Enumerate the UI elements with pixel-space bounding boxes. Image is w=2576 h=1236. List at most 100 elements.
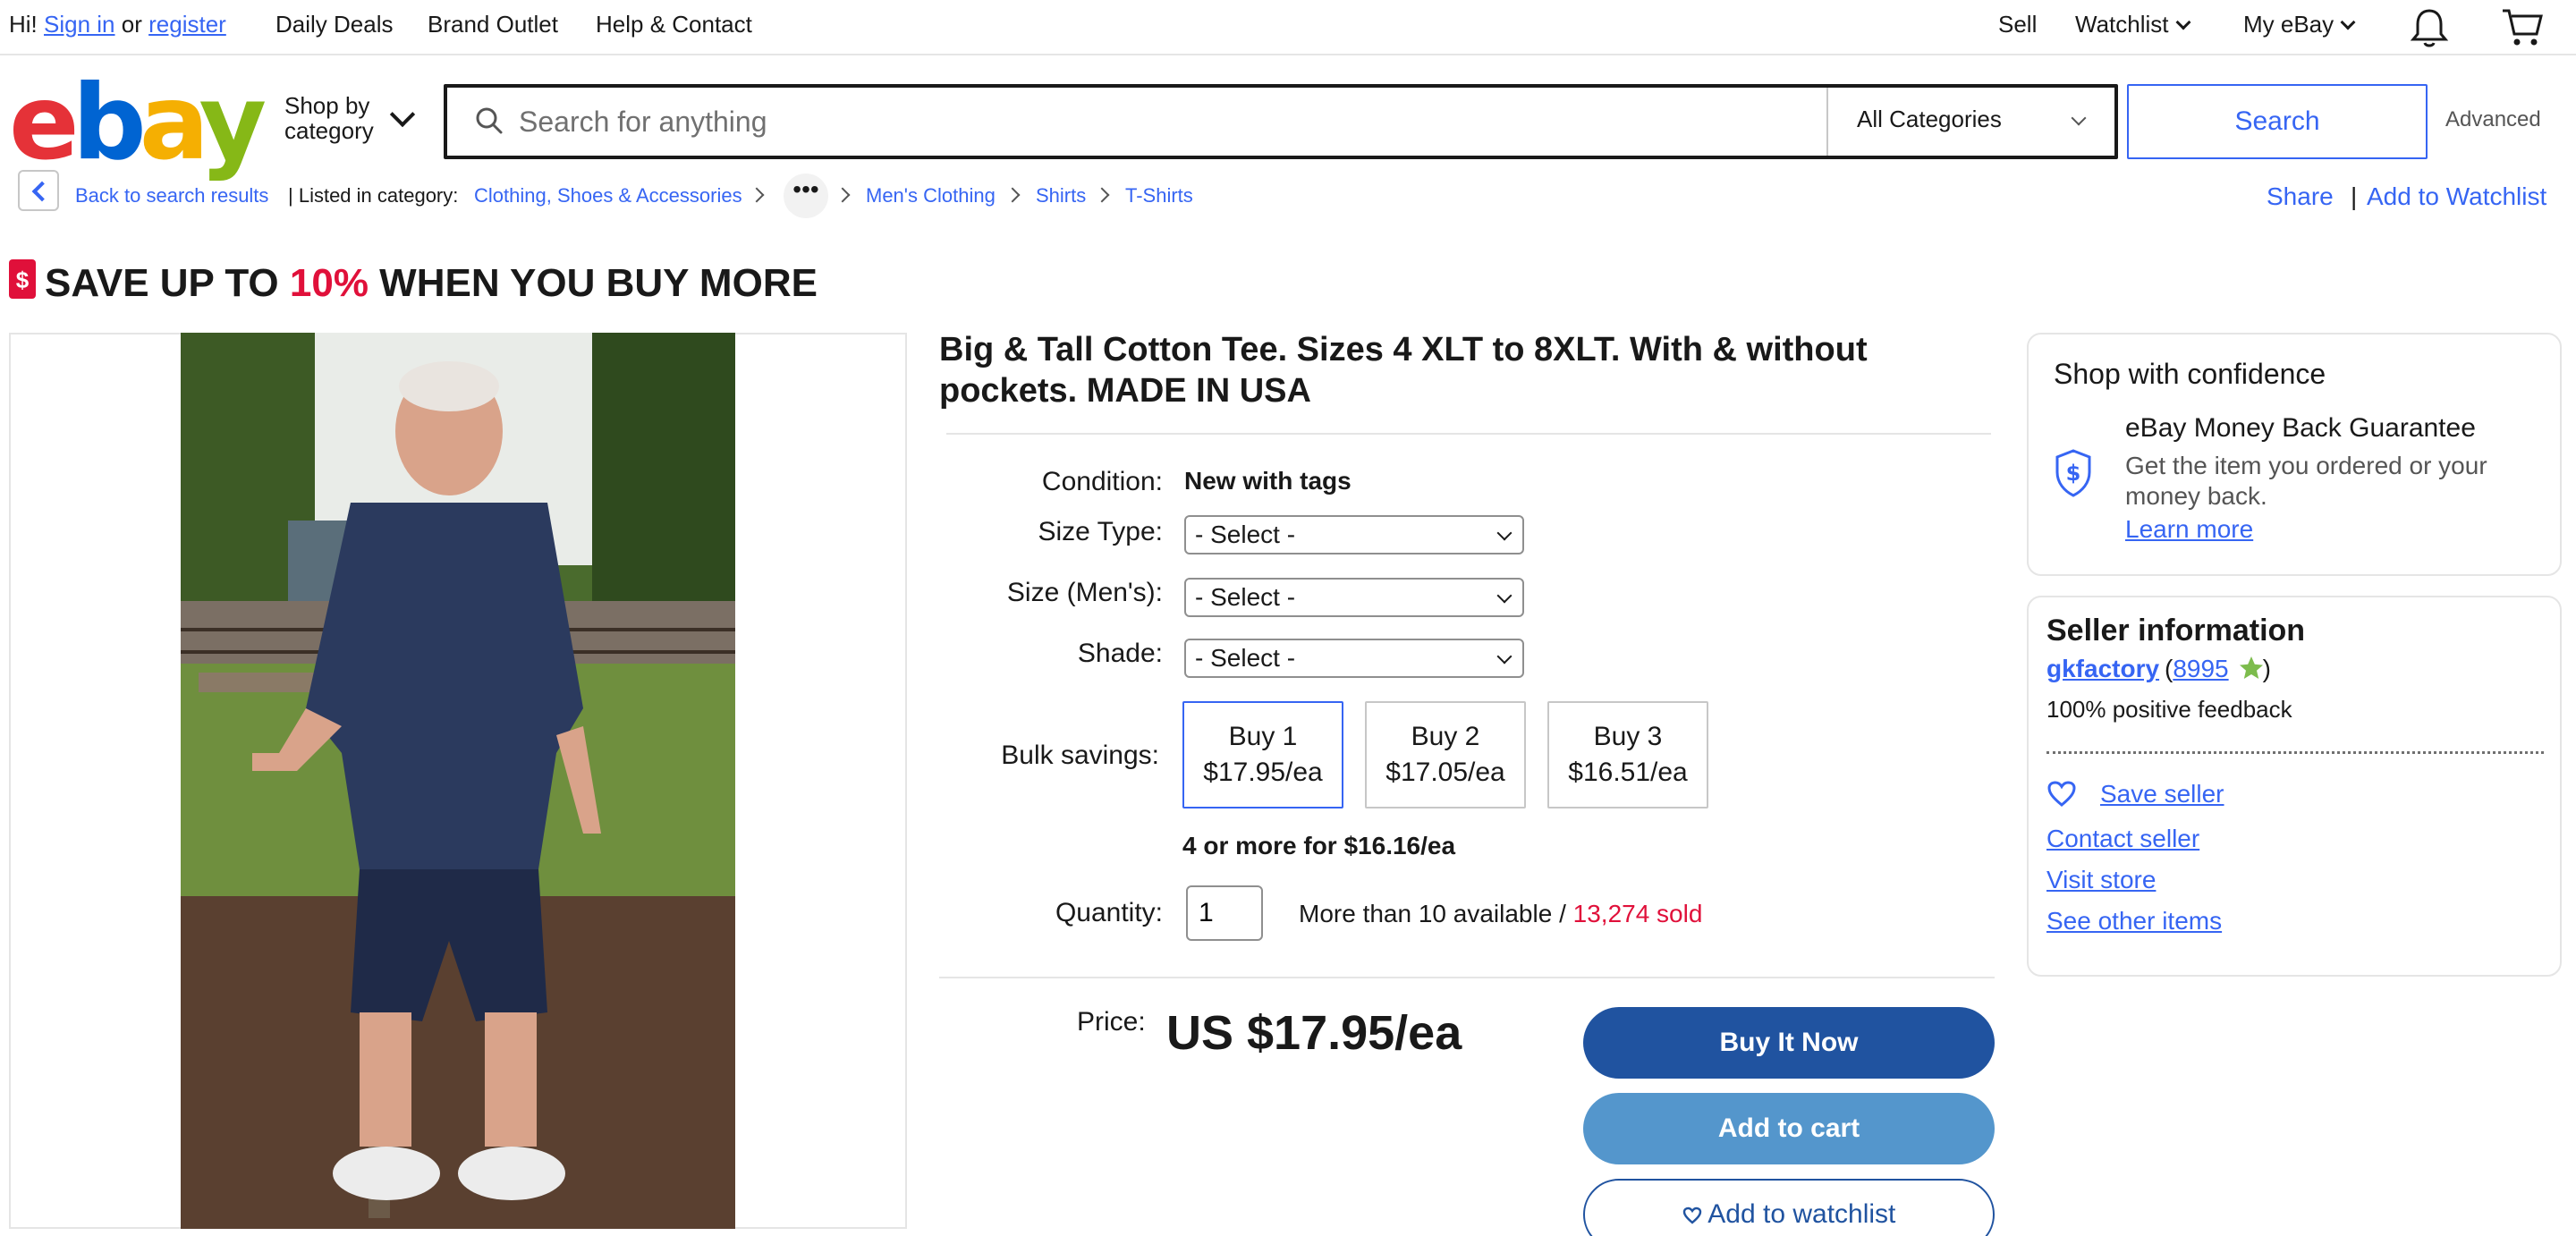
- size-mens-label: Size (Men's):: [1006, 578, 1163, 607]
- visit-store-link[interactable]: Visit store: [2046, 866, 2156, 894]
- separator: |: [2351, 182, 2358, 210]
- sign-in-link[interactable]: Sign in: [44, 11, 115, 38]
- share-link[interactable]: Share: [2267, 182, 2334, 211]
- chevron-right-icon: [1004, 187, 1021, 203]
- learn-more-link[interactable]: Learn more: [2125, 515, 2253, 544]
- bulk-qty: Buy 2: [1411, 722, 1480, 751]
- watchlist-menu[interactable]: Watchlist: [2075, 11, 2190, 38]
- breadcrumb-shirts[interactable]: Shirts: [1036, 184, 1086, 207]
- shop-by-line2: category: [284, 117, 374, 144]
- add-to-watchlist-link[interactable]: Add to Watchlist: [2367, 182, 2546, 211]
- shop-by-category-button[interactable]: Shop by category: [284, 93, 374, 143]
- divider: [1826, 88, 1828, 156]
- add-to-watchlist-button[interactable]: Add to watchlist: [1583, 1179, 1995, 1236]
- greeting: Hi! Sign in or register: [9, 11, 226, 38]
- condition-label: Condition:: [1041, 467, 1163, 496]
- bulk-option-3[interactable]: Buy 3 $16.51/ea: [1547, 701, 1708, 808]
- my-ebay-label: My eBay: [2243, 11, 2334, 38]
- promo-prefix: SAVE UP TO: [45, 261, 290, 305]
- chevron-down-icon: [389, 101, 416, 128]
- feedback-score-link[interactable]: 8995: [2173, 655, 2228, 682]
- money-back-guarantee-title: eBay Money Back Guarantee: [2125, 413, 2476, 443]
- item-title: Big & Tall Cotton Tee. Sizes 4 XLT to 8X…: [939, 331, 1868, 410]
- promo-suffix: WHEN YOU BUY MORE: [368, 261, 818, 305]
- advanced-search-link[interactable]: Advanced: [2445, 107, 2541, 132]
- shade-select[interactable]: - Select -: [1184, 639, 1524, 678]
- back-to-search-link[interactable]: Back to search results: [75, 184, 268, 207]
- search-input[interactable]: [519, 93, 1807, 150]
- ebay-logo[interactable]: ebay: [9, 72, 267, 175]
- heart-icon: [1682, 1206, 1701, 1224]
- chevron-right-icon: [1094, 187, 1110, 203]
- category-select[interactable]: All Categories: [1857, 106, 2002, 133]
- breadcrumb-t-shirts[interactable]: T-Shirts: [1125, 184, 1193, 207]
- promo-banner: SAVE UP TO 10% WHEN YOU BUY MORE: [45, 261, 818, 306]
- bulk-qty: Buy 3: [1593, 722, 1663, 751]
- bulk-more-text: 4 or more for $16.16/ea: [1182, 832, 1456, 859]
- back-button[interactable]: [18, 170, 59, 211]
- add-to-cart-button[interactable]: Add to cart: [1583, 1093, 1995, 1164]
- size-mens-select[interactable]: - Select -: [1184, 578, 1524, 617]
- chevron-right-icon: [835, 187, 851, 203]
- brand-outlet-link[interactable]: Brand Outlet: [428, 11, 558, 38]
- bulk-price: $17.05/ea: [1385, 758, 1505, 787]
- paren-open: (: [2165, 655, 2174, 682]
- star-icon: [2240, 656, 2263, 679]
- svg-text:$: $: [2066, 461, 2081, 486]
- chevron-down-icon: [2340, 14, 2356, 30]
- breadcrumb-mens-clothing[interactable]: Men's Clothing: [866, 184, 996, 207]
- chevron-right-icon: [749, 187, 765, 203]
- or-text: or: [121, 11, 142, 38]
- product-image[interactable]: [181, 333, 735, 1229]
- bulk-qty: Buy 1: [1228, 722, 1298, 751]
- listed-in-label: | Listed in category:: [288, 184, 459, 207]
- contact-seller-link[interactable]: Contact seller: [2046, 825, 2199, 853]
- chevron-down-icon: [2175, 14, 2190, 30]
- my-ebay-menu[interactable]: My eBay: [2243, 11, 2356, 38]
- bulk-savings-label: Bulk savings:: [1001, 741, 1159, 770]
- price-label: Price:: [1077, 1007, 1146, 1037]
- quantity-label: Quantity:: [1055, 898, 1163, 927]
- divider: [946, 433, 1991, 435]
- shop-by-line1: Shop by: [284, 92, 370, 119]
- top-bar: Hi! Sign in or register Daily Deals Bran…: [0, 0, 2576, 55]
- availability: More than 10 available /: [1299, 900, 1573, 927]
- size-type-select[interactable]: - Select -: [1184, 515, 1524, 555]
- quantity-input[interactable]: [1186, 885, 1263, 941]
- size-type-label: Size Type:: [1038, 517, 1163, 546]
- breadcrumb-clothing[interactable]: Clothing, Shoes & Accessories: [474, 184, 742, 207]
- seller-info-title: Seller information: [2046, 614, 2306, 648]
- register-link[interactable]: register: [148, 11, 226, 38]
- bulk-price: $16.51/ea: [1568, 758, 1688, 787]
- see-other-items-link[interactable]: See other items: [2046, 907, 2222, 935]
- bulk-option-1[interactable]: Buy 1 $17.95/ea: [1182, 701, 1343, 808]
- heart-icon[interactable]: [2046, 780, 2077, 808]
- condition-value: New with tags: [1184, 467, 1352, 495]
- daily-deals-link[interactable]: Daily Deals: [275, 11, 394, 38]
- bell-icon[interactable]: [2410, 7, 2449, 48]
- cart-icon[interactable]: [2501, 5, 2544, 48]
- dotted-divider: [2046, 751, 2544, 754]
- bulk-option-2[interactable]: Buy 2 $17.05/ea: [1365, 701, 1526, 808]
- money-back-guarantee-desc: Get the item you ordered or your money b…: [2125, 452, 2487, 510]
- promo-highlight: 10%: [289, 261, 369, 305]
- divider: [939, 977, 1995, 978]
- confidence-title: Shop with confidence: [2054, 358, 2326, 390]
- availability-text: More than 10 available / 13,274 sold: [1299, 900, 1702, 928]
- price-tag-icon: $: [9, 259, 36, 299]
- watchlist-label: Watchlist: [2075, 11, 2169, 38]
- shade-label: Shade:: [1077, 639, 1163, 668]
- help-contact-link[interactable]: Help & Contact: [596, 11, 752, 38]
- sell-link[interactable]: Sell: [1998, 11, 2037, 38]
- price-value: US $17.95/ea: [1166, 1006, 1462, 1060]
- search-icon: [476, 107, 503, 134]
- save-seller-link[interactable]: Save seller: [2100, 780, 2224, 808]
- sold-count[interactable]: 13,274 sold: [1573, 900, 1703, 927]
- search-button[interactable]: Search: [2127, 84, 2428, 159]
- bulk-price: $17.95/ea: [1203, 758, 1323, 787]
- breadcrumb-more-button[interactable]: •••: [784, 174, 828, 218]
- greeting-text: Hi!: [9, 11, 38, 38]
- buy-it-now-button[interactable]: Buy It Now: [1583, 1007, 1995, 1079]
- shield-icon: $: [2055, 449, 2091, 497]
- seller-name-link[interactable]: gkfactory: [2046, 655, 2159, 683]
